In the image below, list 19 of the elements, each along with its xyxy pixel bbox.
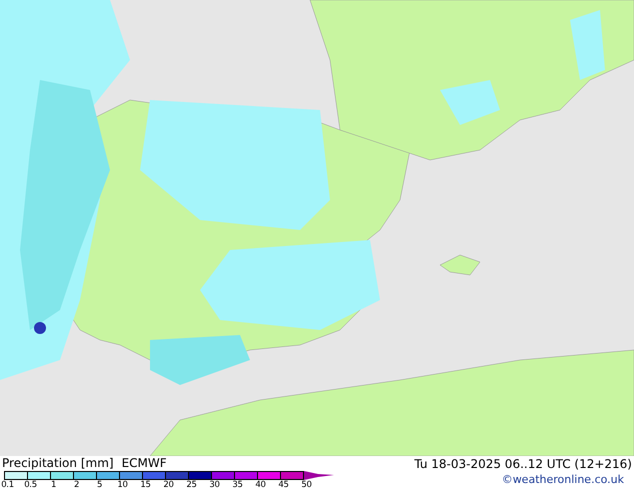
scale-label: 15	[139, 480, 152, 490]
scale-label: 30	[208, 480, 221, 490]
scale-label: 45	[277, 480, 290, 490]
scale-label: 0.1	[0, 480, 15, 490]
scale-label: 0.5	[23, 480, 38, 490]
valid-time: Tu 18-03-2025 06..12 UTC (12+216)	[414, 456, 632, 472]
scale-label: 10	[116, 480, 129, 490]
scale-label: 35	[231, 480, 244, 490]
scale-label: 2	[72, 480, 80, 490]
scale-label: 25	[185, 480, 198, 490]
scale-arrow-icon	[304, 471, 334, 480]
legend-title: Precipitation [mm]	[2, 456, 114, 471]
scale-label: 50	[300, 480, 313, 490]
credit-link[interactable]: ©weatheronline.co.uk	[502, 472, 624, 488]
scale-label: 20	[162, 480, 175, 490]
scale-label: 40	[254, 480, 267, 490]
scale-label: 1	[50, 480, 58, 490]
scale-label: 5	[96, 480, 104, 490]
model-name: ECMWF	[122, 456, 167, 471]
